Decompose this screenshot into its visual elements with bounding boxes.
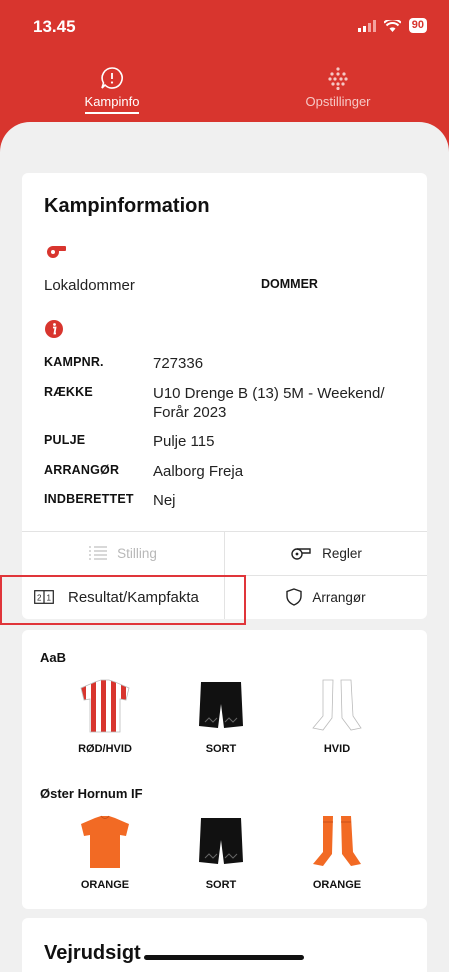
battery-indicator: 90 xyxy=(408,18,427,33)
shorts-icon xyxy=(199,682,243,728)
info-value-raekke: U10 Drenge B (13) 5M - Weekend/ Forår 20… xyxy=(153,385,385,421)
referee-role: DOMMER xyxy=(261,277,318,291)
whistle-outline-icon xyxy=(291,548,311,560)
info-value-arrangor: Aalborg Freja xyxy=(153,463,244,480)
signal-icon xyxy=(357,19,376,32)
home-indicator[interactable] xyxy=(144,955,304,960)
list-icon xyxy=(89,546,108,560)
info-value-indberettet: Nej xyxy=(153,492,176,509)
rules-label: Regler xyxy=(322,545,362,561)
home-socks-label: HVID xyxy=(323,743,351,755)
referee-name: Lokaldommer xyxy=(44,277,135,294)
info-value-kampnr: 727336 xyxy=(153,355,204,372)
organizer-label: Arrangør xyxy=(312,589,366,605)
standings-label: Stilling xyxy=(117,545,157,561)
info-label-arrangor: ARRANGØR xyxy=(44,463,120,477)
shirt-icon xyxy=(81,815,129,868)
away-socks: ORANGE xyxy=(292,814,382,891)
card-title: Kampinformation xyxy=(44,195,210,217)
away-shorts-label: SORT xyxy=(205,879,237,891)
away-shirt: ORANGE xyxy=(60,814,150,891)
away-shorts: SORT xyxy=(176,814,266,891)
tab-opstillinger-label: Opstillinger xyxy=(305,94,371,109)
whistle-icon xyxy=(47,246,66,258)
home-socks: HVID xyxy=(292,678,382,755)
home-shorts: SORT xyxy=(176,678,266,755)
tab-opstillinger[interactable]: Opstillinger xyxy=(298,66,378,109)
highlight-frame xyxy=(0,575,246,625)
tab-kampinfo[interactable]: Kampinfo xyxy=(80,66,144,114)
standings-button[interactable]: Stilling xyxy=(22,531,224,575)
organizer-button[interactable]: Arrangør xyxy=(225,575,427,619)
match-info-card: Kampinformation Lokaldommer DOMMER KAMPN… xyxy=(22,173,427,619)
shirt-icon xyxy=(80,679,130,733)
home-shirt-label: RØD/HVID xyxy=(78,743,132,755)
away-shirt-label: ORANGE xyxy=(80,879,130,891)
away-team-name: Øster Hornum IF xyxy=(40,786,143,801)
weather-title: Vejrudsigt xyxy=(44,942,141,964)
wifi-icon xyxy=(383,19,401,32)
info-label-pulje: PULJE xyxy=(44,433,86,447)
shield-icon xyxy=(286,588,303,606)
formation-dots-icon xyxy=(328,67,348,90)
away-socks-label: ORANGE xyxy=(312,879,362,891)
info-label-raekke: RÆKKE xyxy=(44,385,93,399)
home-team-name: AaB xyxy=(40,650,67,665)
socks-icon xyxy=(313,816,361,866)
home-shirt: RØD/HVID xyxy=(60,678,150,755)
info-bubble-icon xyxy=(101,67,123,89)
kits-card: AaB RØD/HVID SORT HVID Øster Hornum IF O… xyxy=(22,630,427,909)
status-time: 13.45 xyxy=(33,17,76,36)
home-shorts-label: SORT xyxy=(205,743,237,755)
weather-card: Vejrudsigt xyxy=(22,918,427,972)
shorts-icon xyxy=(199,818,243,864)
tab-kampinfo-label: Kampinfo xyxy=(84,94,140,114)
rules-button[interactable]: Regler xyxy=(225,531,427,575)
info-label-kampnr: KAMPNR. xyxy=(44,355,104,369)
info-label-indberettet: INDBERETTET xyxy=(44,492,134,506)
info-icon xyxy=(45,320,63,338)
status-icons: 90 xyxy=(357,18,427,33)
socks-icon xyxy=(312,679,362,731)
info-value-pulje: Pulje 115 xyxy=(153,433,215,450)
